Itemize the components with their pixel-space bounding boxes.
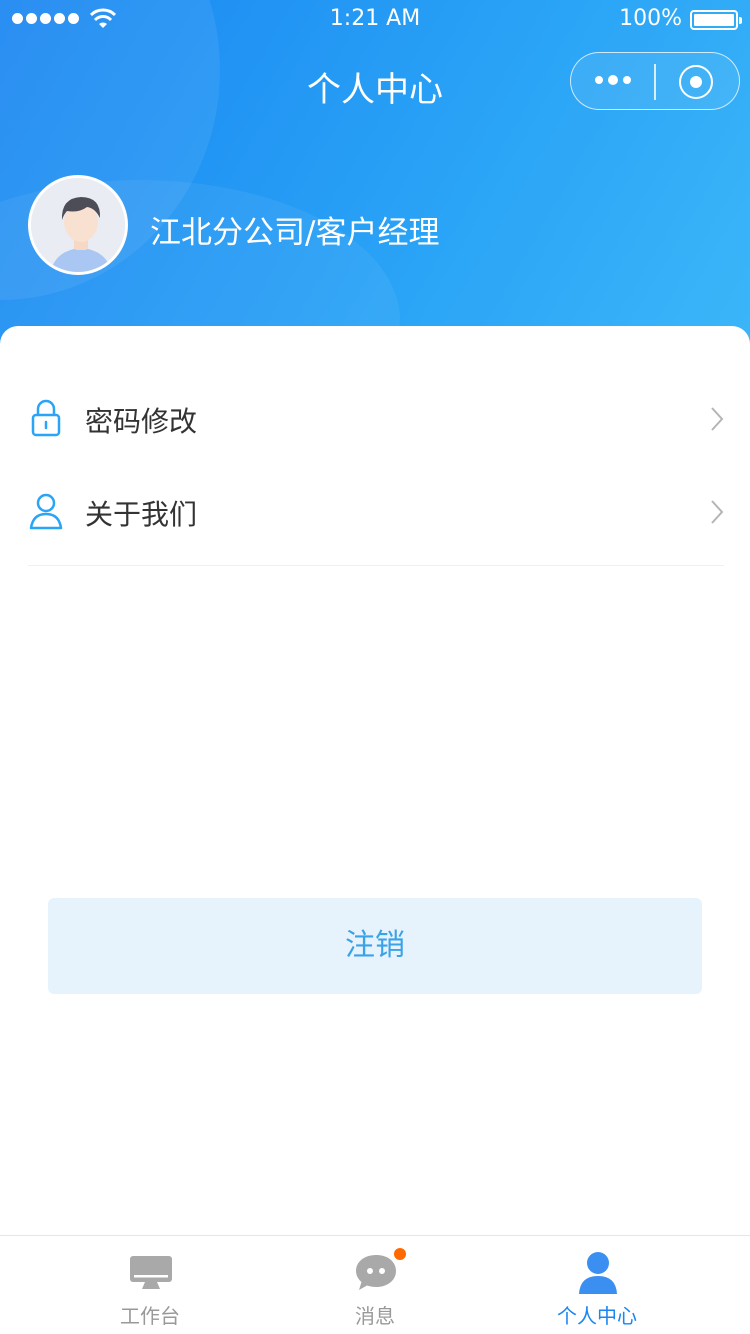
battery-icon — [690, 10, 742, 30]
profile-name: 江北分公司/客户经理 — [150, 215, 440, 251]
tab-profile[interactable]: 个人中心 — [472, 1236, 722, 1334]
person-icon — [579, 1252, 617, 1294]
tab-label: 个人中心 — [557, 1304, 637, 1328]
tab-messages[interactable]: 消息 — [250, 1236, 500, 1334]
miniprogram-close-icon[interactable] — [679, 65, 713, 99]
menu-divider — [28, 565, 724, 566]
menu-item-about-us[interactable]: 关于我们 — [28, 467, 724, 559]
bottom-tab-bar: 工作台 消息 个人中心 — [0, 1235, 750, 1334]
logout-button[interactable]: 注销 — [48, 898, 702, 994]
tab-workbench[interactable]: 工作台 — [25, 1236, 275, 1334]
more-dots-icon[interactable] — [595, 75, 631, 85]
menu-item-change-password[interactable]: 密码修改 — [28, 374, 724, 466]
desktop-icon — [130, 1256, 172, 1289]
menu-item-label: 关于我们 — [85, 498, 198, 531]
header-background: 1:21 AM 100% 个人中心 江北分公司/客户经理 — [0, 0, 750, 360]
chat-bubble-icon — [356, 1255, 396, 1290]
capsule-divider — [654, 64, 656, 100]
chevron-right-icon — [711, 500, 724, 524]
miniprogram-capsule — [570, 52, 740, 110]
person-outline-icon — [29, 493, 63, 530]
battery-percentage: 100% — [619, 6, 682, 31]
lock-icon — [31, 399, 61, 437]
user-avatar[interactable] — [28, 175, 128, 275]
notification-badge — [394, 1248, 406, 1260]
menu-item-label: 密码修改 — [85, 405, 198, 438]
chevron-right-icon — [711, 407, 724, 431]
tab-label: 工作台 — [120, 1304, 180, 1328]
tab-label: 消息 — [355, 1304, 395, 1328]
status-bar: 1:21 AM 100% — [0, 0, 750, 40]
